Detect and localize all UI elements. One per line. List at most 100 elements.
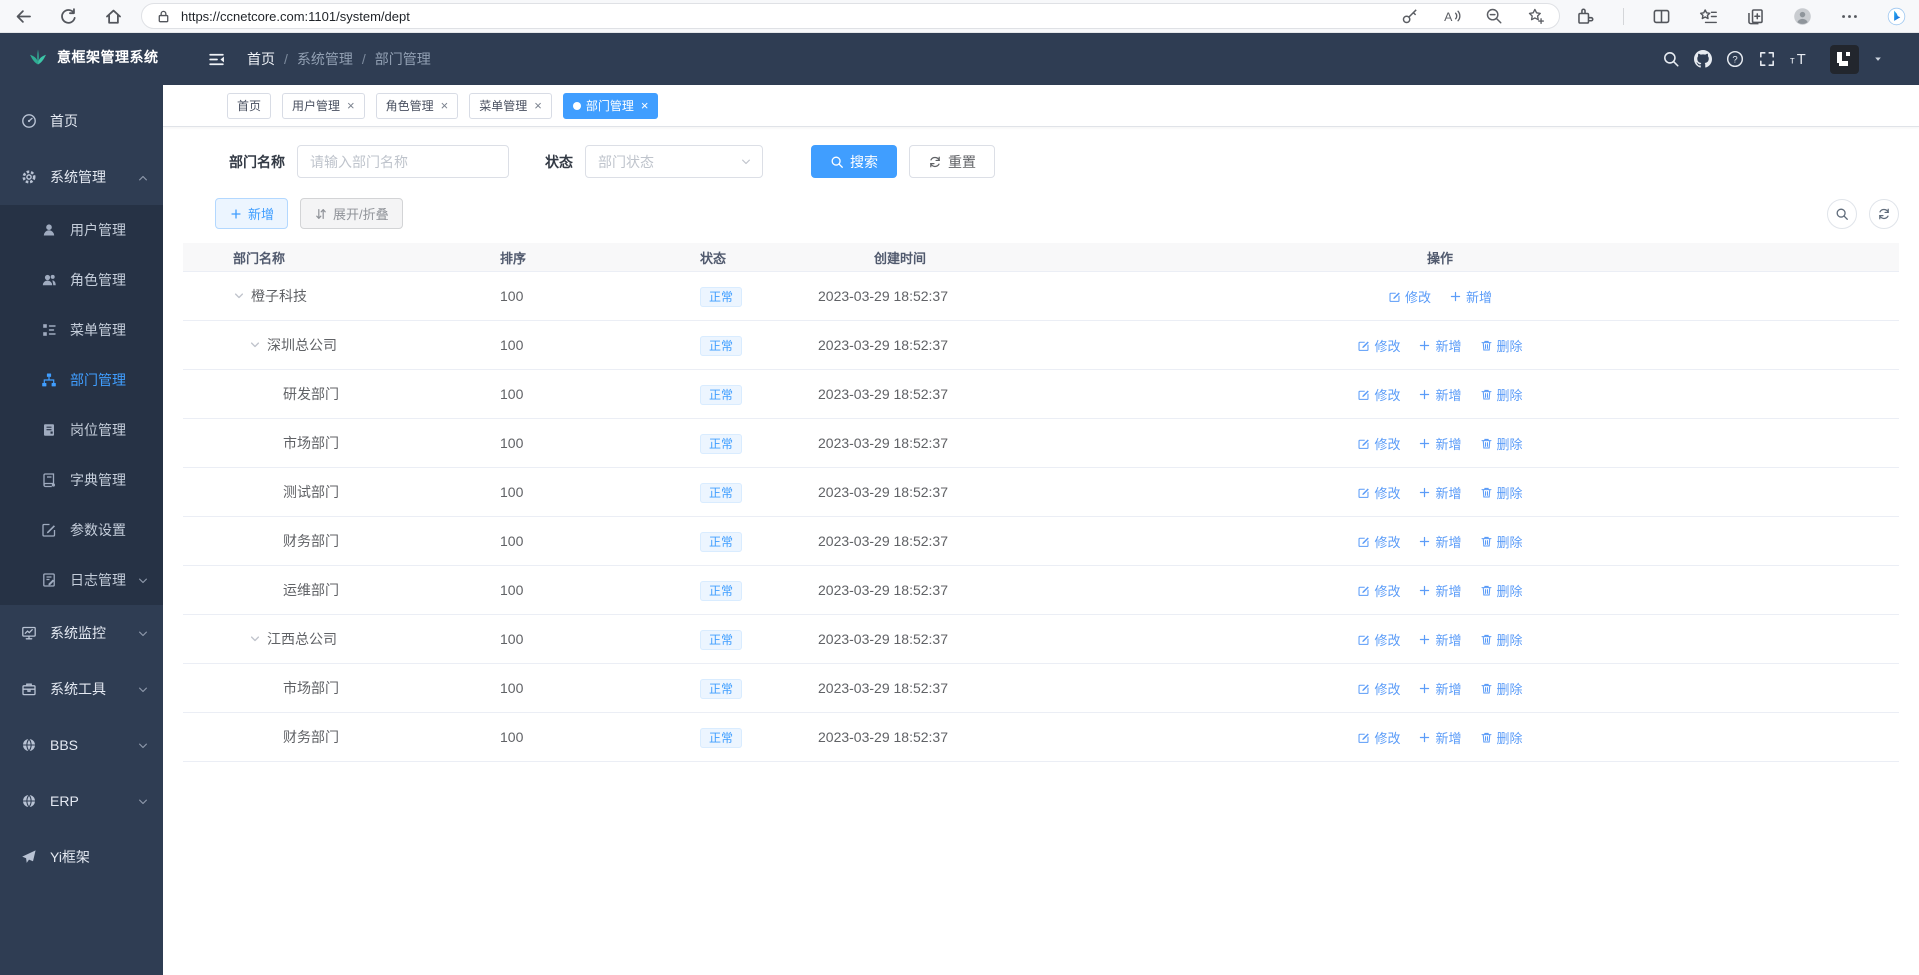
favorites-bar-icon[interactable]: [1699, 7, 1718, 26]
action-trash[interactable]: 删除: [1480, 385, 1523, 404]
add-button[interactable]: 新增: [215, 198, 288, 229]
extensions-icon[interactable]: [1576, 7, 1595, 26]
action-edit[interactable]: 修改: [1357, 483, 1400, 502]
sidebar-item-7[interactable]: 字典管理: [0, 455, 163, 505]
expand-arrow-icon[interactable]: [249, 339, 267, 351]
trash-icon: [1480, 437, 1493, 450]
tab-2[interactable]: 角色管理×: [376, 93, 459, 119]
action-trash[interactable]: 删除: [1480, 483, 1523, 502]
breadcrumb-item-0[interactable]: 首页: [247, 49, 275, 69]
split-screen-icon[interactable]: [1652, 7, 1671, 26]
dept-name-input[interactable]: [297, 145, 509, 178]
close-icon[interactable]: ×: [441, 98, 449, 113]
table-search-button[interactable]: [1827, 199, 1857, 229]
action-edit[interactable]: 修改: [1357, 385, 1400, 404]
address-bar[interactable]: https://ccnetcore.com:1101/system/dept A: [141, 3, 1560, 29]
github-icon[interactable]: [1694, 50, 1712, 68]
sidebar-item-8[interactable]: 参数设置: [0, 505, 163, 555]
action-trash[interactable]: 删除: [1480, 532, 1523, 551]
refresh-icon[interactable]: [59, 7, 78, 26]
action-edit[interactable]: 修改: [1357, 434, 1400, 453]
action-label: 修改: [1405, 287, 1431, 306]
close-icon[interactable]: ×: [347, 98, 355, 113]
action-edit[interactable]: 修改: [1357, 336, 1400, 355]
close-icon[interactable]: ×: [641, 98, 649, 113]
sidebar-item-5[interactable]: 部门管理: [0, 355, 163, 405]
expand-arrow-icon[interactable]: [249, 633, 267, 645]
action-trash[interactable]: 删除: [1480, 581, 1523, 600]
sidebar-item-12[interactable]: BBS: [0, 717, 163, 773]
app-logo: 意框架管理系统: [0, 33, 163, 81]
action-trash[interactable]: 删除: [1480, 679, 1523, 698]
search-button[interactable]: 搜索: [811, 145, 897, 178]
action-trash[interactable]: 删除: [1480, 434, 1523, 453]
add-favorite-icon[interactable]: [1527, 7, 1545, 25]
sidebar-collapse-icon[interactable]: [208, 51, 225, 68]
home-icon[interactable]: [104, 7, 123, 26]
user-avatar[interactable]: [1830, 45, 1859, 74]
search-icon[interactable]: [1662, 50, 1680, 68]
sidebar-item-13[interactable]: ERP: [0, 773, 163, 829]
monitor-icon: [21, 625, 37, 641]
sidebar-item-9[interactable]: 日志管理: [0, 555, 163, 605]
action-plus[interactable]: 新增: [1418, 532, 1461, 551]
sidebar-item-0[interactable]: 首页: [0, 93, 163, 149]
read-aloud-icon[interactable]: A: [1443, 7, 1461, 25]
password-key-icon[interactable]: [1401, 7, 1419, 25]
status-select[interactable]: 部门状态: [585, 145, 763, 178]
sidebar-item-6[interactable]: 岗位管理: [0, 405, 163, 455]
font-size-icon[interactable]: тT: [1790, 50, 1808, 68]
collections-icon[interactable]: [1746, 7, 1765, 26]
dept-created: 2023-03-29 18:52:37: [800, 582, 1000, 598]
sidebar-item-2[interactable]: 用户管理: [0, 205, 163, 255]
action-plus[interactable]: 新增: [1418, 581, 1461, 600]
table-row: 深圳总公司100正常2023-03-29 18:52:37修改新增删除: [183, 321, 1899, 370]
action-plus[interactable]: 新增: [1418, 630, 1461, 649]
action-trash[interactable]: 删除: [1480, 336, 1523, 355]
breadcrumb-item-2[interactable]: 部门管理: [375, 49, 431, 69]
action-label: 删除: [1497, 483, 1523, 502]
action-trash[interactable]: 删除: [1480, 728, 1523, 747]
action-edit[interactable]: 修改: [1388, 287, 1431, 306]
expand-collapse-button[interactable]: 展开/折叠: [300, 198, 403, 229]
sidebar-item-14[interactable]: Yi框架: [0, 829, 163, 885]
tab-0[interactable]: 首页: [227, 93, 271, 119]
caret-down-icon[interactable]: [1873, 54, 1883, 64]
sidebar-menu: 首页系统管理用户管理角色管理菜单管理部门管理岗位管理字典管理参数设置日志管理系统…: [0, 81, 163, 975]
action-plus[interactable]: 新增: [1418, 434, 1461, 453]
more-menu-icon[interactable]: [1840, 7, 1859, 26]
action-plus[interactable]: 新增: [1418, 385, 1461, 404]
back-icon[interactable]: [14, 7, 33, 26]
action-plus[interactable]: 新增: [1418, 728, 1461, 747]
action-edit[interactable]: 修改: [1357, 581, 1400, 600]
action-trash[interactable]: 删除: [1480, 630, 1523, 649]
tab-1[interactable]: 用户管理×: [282, 93, 365, 119]
action-plus[interactable]: 新增: [1418, 483, 1461, 502]
tab-4[interactable]: 部门管理×: [563, 93, 659, 119]
sidebar-item-4[interactable]: 菜单管理: [0, 305, 163, 355]
action-edit[interactable]: 修改: [1357, 630, 1400, 649]
action-plus[interactable]: 新增: [1418, 336, 1461, 355]
action-edit[interactable]: 修改: [1357, 728, 1400, 747]
profile-avatar-icon[interactable]: [1793, 7, 1812, 26]
sidebar-item-3[interactable]: 角色管理: [0, 255, 163, 305]
action-plus[interactable]: 新增: [1449, 287, 1492, 306]
tab-3[interactable]: 菜单管理×: [469, 93, 552, 119]
reset-button[interactable]: 重置: [909, 145, 995, 178]
breadcrumb-item-1[interactable]: 系统管理: [297, 49, 353, 69]
action-edit[interactable]: 修改: [1357, 532, 1400, 551]
sidebar-item-10[interactable]: 系统监控: [0, 605, 163, 661]
chevron-down-icon: [137, 795, 149, 807]
table-refresh-button[interactable]: [1869, 199, 1899, 229]
sidebar-item-1[interactable]: 系统管理: [0, 149, 163, 205]
zoom-out-icon[interactable]: [1485, 7, 1503, 25]
fullscreen-icon[interactable]: [1758, 50, 1776, 68]
sidebar-item-11[interactable]: 系统工具: [0, 661, 163, 717]
help-icon[interactable]: ?: [1726, 50, 1744, 68]
action-plus[interactable]: 新增: [1418, 679, 1461, 698]
action-edit[interactable]: 修改: [1357, 679, 1400, 698]
expand-arrow-icon[interactable]: [233, 290, 251, 302]
bing-chat-icon[interactable]: [1887, 7, 1906, 26]
dept-name: 橙子科技: [251, 286, 307, 306]
close-icon[interactable]: ×: [534, 98, 542, 113]
